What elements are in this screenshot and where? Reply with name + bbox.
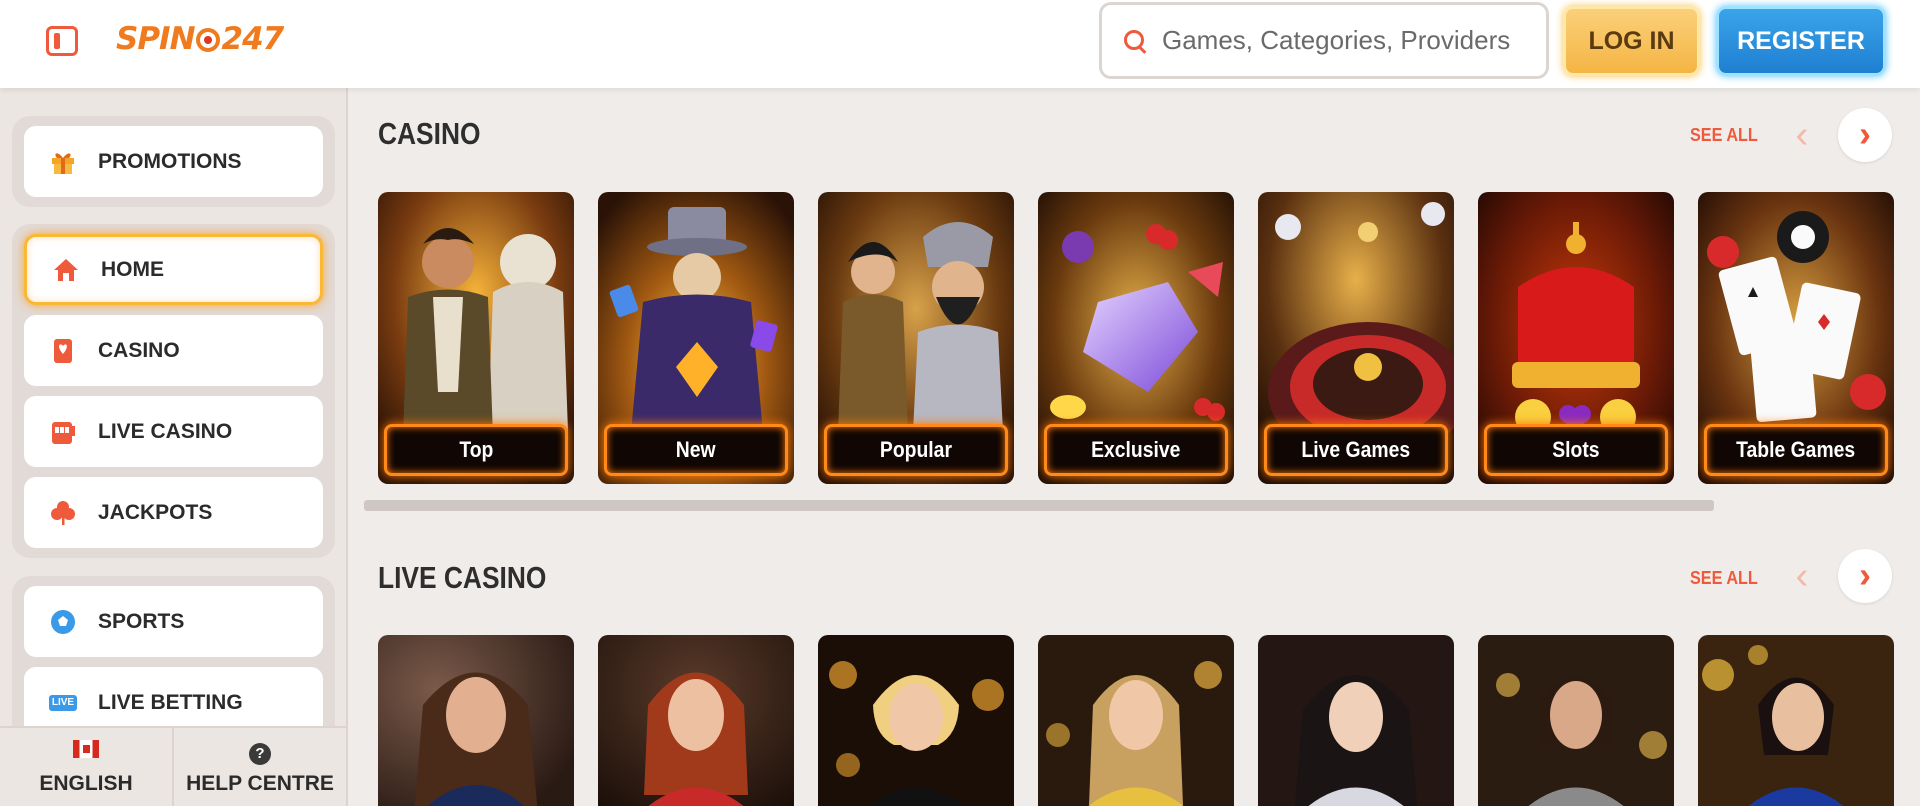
category-tile-top[interactable]: Top: [378, 192, 574, 484]
live-casino-carousel: [378, 635, 1894, 806]
casino-section-title: CASINO: [378, 116, 481, 151]
casino-prev-arrow-icon[interactable]: ‹: [1782, 115, 1822, 155]
tile-label-plate: Popular: [824, 424, 1008, 476]
top-header: SPIN 247 LOG IN REGISTER: [0, 0, 1920, 88]
dealer-portrait: [598, 635, 794, 806]
soccer-ball-icon: [48, 607, 78, 637]
dealer-portrait: [1478, 635, 1674, 806]
tile-label: Popular: [879, 437, 953, 462]
help-symbol: ?: [249, 743, 271, 765]
live-dealer-tile[interactable]: [1698, 635, 1894, 806]
live-casino-see-all-link[interactable]: SEE ALL: [1690, 568, 1758, 589]
search-icon: [1122, 28, 1148, 54]
dealer-portrait: [1258, 635, 1454, 806]
promotions-group: PROMOTIONS: [12, 116, 335, 207]
slot-machine-icon: [48, 417, 78, 447]
sidebar-item-promotions[interactable]: PROMOTIONS: [24, 126, 323, 197]
logo-chip-icon: [195, 28, 220, 52]
tile-label: Top: [458, 437, 494, 462]
sidebar-item-label: SPORTS: [98, 609, 185, 633]
sidebar-item-label: HOME: [101, 257, 164, 281]
category-tile-live-games[interactable]: Live Games: [1258, 192, 1454, 484]
tile-label: Live Games: [1301, 437, 1411, 462]
sidebar-item-sports[interactable]: SPORTS: [24, 586, 323, 657]
live-dealer-tile[interactable]: [818, 635, 1014, 806]
tile-label-plate: New: [604, 424, 788, 476]
live-casino-next-arrow-icon[interactable]: ›: [1838, 549, 1892, 603]
sidebar-item-live-casino[interactable]: LIVE CASINO: [24, 396, 323, 467]
sidebar-item-label: LIVE BETTING: [98, 690, 243, 714]
sidebar-item-jackpots[interactable]: JACKPOTS: [24, 477, 323, 548]
home-icon: [51, 255, 81, 285]
live-dealer-tile[interactable]: [378, 635, 574, 806]
search-input[interactable]: [1162, 25, 1542, 56]
dealer-portrait: [1038, 635, 1234, 806]
register-button[interactable]: REGISTER: [1716, 6, 1886, 76]
card-icon: [48, 336, 78, 366]
live-casino-section-title: LIVE CASINO: [378, 560, 547, 595]
login-button[interactable]: LOG IN: [1563, 6, 1700, 76]
help-label: HELP CENTRE: [186, 772, 334, 795]
logo[interactable]: SPIN 247: [116, 17, 285, 61]
help-centre-link[interactable]: ? HELP CENTRE: [174, 728, 346, 806]
sidebar-item-casino[interactable]: CASINO: [24, 315, 323, 386]
dealer-portrait: [378, 635, 574, 806]
category-tile-popular[interactable]: Popular: [818, 192, 1014, 484]
tile-label: Slots: [1552, 437, 1600, 462]
sidebar-item-label: JACKPOTS: [98, 500, 213, 524]
sidebar-item-label: LIVE CASINO: [98, 419, 233, 443]
tile-label-plate: Slots: [1484, 424, 1668, 476]
logo-text-spin: SPIN: [116, 21, 196, 57]
category-tile-new[interactable]: New: [598, 192, 794, 484]
category-tile-slots[interactable]: Slots: [1478, 192, 1674, 484]
live-dealer-tile[interactable]: [1478, 635, 1674, 806]
language-selector[interactable]: ENGLISH: [0, 728, 174, 806]
live-dealer-tile[interactable]: [1258, 635, 1454, 806]
live-badge-text: LIVE: [48, 694, 78, 711]
live-badge-icon: LIVE: [48, 688, 78, 718]
casino-next-arrow-icon[interactable]: ›: [1838, 108, 1892, 162]
help-icon: ?: [249, 738, 271, 766]
live-casino-prev-arrow-icon[interactable]: ‹: [1782, 556, 1822, 596]
main-nav-group: HOME CASINO LIVE CASINO JACKPOTS: [12, 224, 335, 558]
sidebar-item-label: PROMOTIONS: [98, 149, 242, 173]
sidebar-item-home[interactable]: HOME: [24, 234, 323, 305]
gift-icon: [48, 147, 78, 177]
sidebar: PROMOTIONS HOME CASINO LIVE CASINO JACKP…: [0, 88, 348, 806]
sidebar-item-label: CASINO: [98, 338, 180, 362]
live-dealer-tile[interactable]: [598, 635, 794, 806]
tile-label-plate: Live Games: [1264, 424, 1448, 476]
sports-group: SPORTS LIVE LIVE BETTING: [12, 576, 335, 736]
logo-text-247: 247: [221, 21, 285, 57]
dealer-portrait: [818, 635, 1014, 806]
casino-carousel: Top New Popular Exclusive Live Games Slo…: [378, 192, 1894, 484]
casino-carousel-scrollbar[interactable]: [364, 500, 1714, 511]
tile-label-plate: Top: [384, 424, 568, 476]
language-label: ENGLISH: [39, 772, 133, 795]
main-content: CASINO SEE ALL ‹ › Top New Popular Exclu…: [350, 88, 1920, 806]
dealer-portrait: [1698, 635, 1894, 806]
clover-icon: [48, 498, 78, 528]
tile-label: Exclusive: [1091, 437, 1181, 462]
canada-flag-icon: [73, 738, 99, 766]
live-dealer-tile[interactable]: [1038, 635, 1234, 806]
tile-label-plate: Exclusive: [1044, 424, 1228, 476]
category-tile-exclusive[interactable]: Exclusive: [1038, 192, 1234, 484]
sidebar-toggle-icon[interactable]: [46, 26, 78, 56]
tile-label: New: [676, 437, 716, 462]
category-tile-table-games[interactable]: Table Games: [1698, 192, 1894, 484]
search-box[interactable]: [1099, 2, 1549, 79]
tile-label: Table Games: [1736, 437, 1856, 462]
tile-label-plate: Table Games: [1704, 424, 1888, 476]
sidebar-footer: ENGLISH ? HELP CENTRE: [0, 726, 346, 806]
casino-see-all-link[interactable]: SEE ALL: [1690, 125, 1758, 146]
